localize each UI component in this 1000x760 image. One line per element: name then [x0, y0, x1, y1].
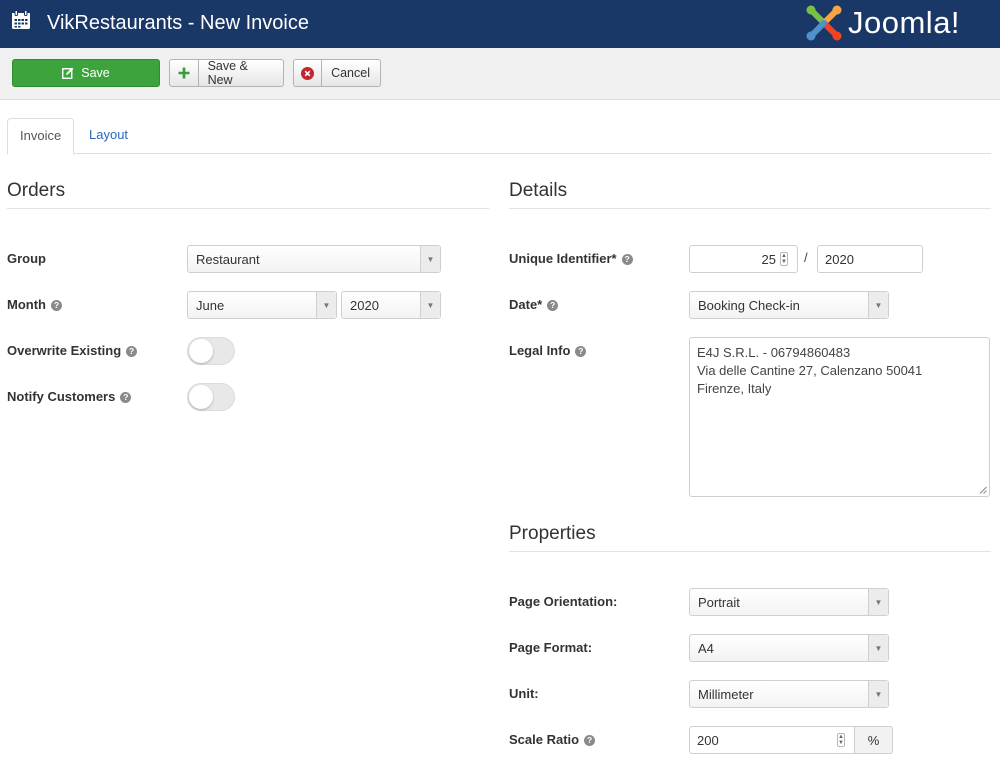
page-orientation-select[interactable]: Portrait ▼: [689, 588, 889, 616]
group-select-value: Restaurant: [196, 252, 260, 267]
spinner-icon[interactable]: ▲ ▼: [780, 252, 788, 266]
spinner-icon[interactable]: ▲ ▼: [837, 733, 845, 747]
orders-heading: Orders: [7, 180, 66, 201]
date-label: Date* ?: [509, 297, 559, 313]
unique-identifier-label: Unique Identifier* ?: [509, 251, 633, 267]
details-heading: Details: [509, 180, 568, 201]
help-icon[interactable]: ?: [584, 734, 596, 746]
unit-select[interactable]: Millimeter ▼: [689, 680, 889, 708]
legal-info-textarea[interactable]: E4J S.R.L. - 06794860483 Via delle Canti…: [689, 337, 990, 497]
caret-down-icon: ▼: [420, 246, 440, 272]
toggle-knob: [189, 385, 213, 409]
notify-customers-label: Notify Customers ?: [7, 389, 132, 405]
caret-down-icon: ▼: [420, 292, 440, 318]
month-select-value: June: [196, 298, 225, 313]
save-button-label: Save: [81, 66, 110, 80]
page-format-label: Page Format:: [509, 640, 593, 655]
page-orientation-label: Page Orientation:: [509, 594, 618, 609]
help-icon[interactable]: ?: [50, 299, 62, 311]
caret-down-icon: ▼: [868, 589, 888, 615]
tab-invoice[interactable]: Invoice: [7, 118, 75, 155]
unique-identifier-separator: /: [804, 250, 808, 265]
orders-divider: [7, 208, 489, 209]
properties-heading: Properties: [509, 523, 596, 544]
scale-ratio-value: 200: [697, 733, 719, 748]
save-and-new-label: Save & New: [207, 59, 248, 87]
help-icon[interactable]: ?: [547, 299, 559, 311]
cancel-circle-icon: [294, 60, 323, 86]
caret-down-icon: ▼: [868, 635, 888, 661]
month-select[interactable]: June ▼: [187, 291, 337, 319]
group-select[interactable]: Restaurant ▼: [187, 245, 441, 273]
date-select[interactable]: Booking Check-in ▼: [689, 291, 889, 319]
help-icon[interactable]: ?: [120, 391, 132, 403]
calendar-icon: [12, 10, 30, 29]
group-label: Group: [7, 251, 46, 266]
month-label: Month ?: [7, 297, 62, 313]
legal-info-line: E4J S.R.L. - 06794860483: [697, 345, 851, 360]
cancel-button[interactable]: Cancel: [293, 59, 381, 87]
cancel-label: Cancel: [331, 66, 370, 80]
scale-ratio-label: Scale Ratio ?: [509, 732, 596, 748]
joomla-logo: Joomla!: [804, 3, 990, 43]
overwrite-existing-toggle[interactable]: [187, 337, 235, 365]
unit-select-value: Millimeter: [698, 687, 754, 702]
notify-customers-toggle[interactable]: [187, 383, 235, 411]
joomla-logo-text: Joomla!: [848, 5, 961, 40]
page-format-value: A4: [698, 641, 714, 656]
toolbar: Save Save & New Cancel: [0, 48, 1000, 100]
caret-down-icon: ▼: [316, 292, 336, 318]
unique-identifier-number-input[interactable]: 25 ▲ ▼: [689, 245, 798, 273]
year-select[interactable]: 2020 ▼: [341, 291, 441, 319]
unique-identifier-suffix-value: 2020: [825, 252, 854, 267]
tab-bar: Invoice Layout: [7, 118, 991, 155]
page-orientation-value: Portrait: [698, 595, 740, 610]
plus-icon: [170, 60, 199, 86]
tab-layout[interactable]: Layout: [77, 118, 140, 154]
legal-info-line: Firenze, Italy: [697, 381, 772, 396]
year-select-value: 2020: [350, 298, 379, 313]
page-format-select[interactable]: A4 ▼: [689, 634, 889, 662]
scale-ratio-input[interactable]: 200 ▲ ▼: [689, 726, 855, 754]
properties-divider: [509, 551, 991, 552]
unique-identifier-number-value: 25: [761, 252, 776, 267]
toggle-knob: [189, 339, 213, 363]
help-icon[interactable]: ?: [575, 345, 587, 357]
help-icon[interactable]: ?: [126, 345, 138, 357]
resize-handle-icon[interactable]: [979, 486, 987, 494]
help-icon[interactable]: ?: [621, 253, 633, 265]
legal-info-line: Via delle Cantine 27, Calenzano 50041: [697, 363, 923, 378]
unit-label: Unit:: [509, 686, 539, 701]
date-select-value: Booking Check-in: [698, 298, 800, 313]
page-title: VikRestaurants - New Invoice: [47, 12, 309, 34]
unique-identifier-suffix-input[interactable]: 2020: [817, 245, 923, 273]
edit-icon: [62, 67, 74, 79]
legal-info-label: Legal Info ?: [509, 343, 587, 359]
details-divider: [509, 208, 991, 209]
app-header: VikRestaurants - New Invoice Joomla!: [0, 0, 1000, 48]
scale-ratio-unit: %: [854, 726, 893, 754]
save-and-new-button[interactable]: Save & New: [169, 59, 284, 87]
caret-down-icon: ▼: [868, 681, 888, 707]
save-button[interactable]: Save: [12, 59, 160, 87]
overwrite-existing-label: Overwrite Existing ?: [7, 343, 138, 359]
joomla-mark-icon: [806, 5, 842, 41]
caret-down-icon: ▼: [868, 292, 888, 318]
